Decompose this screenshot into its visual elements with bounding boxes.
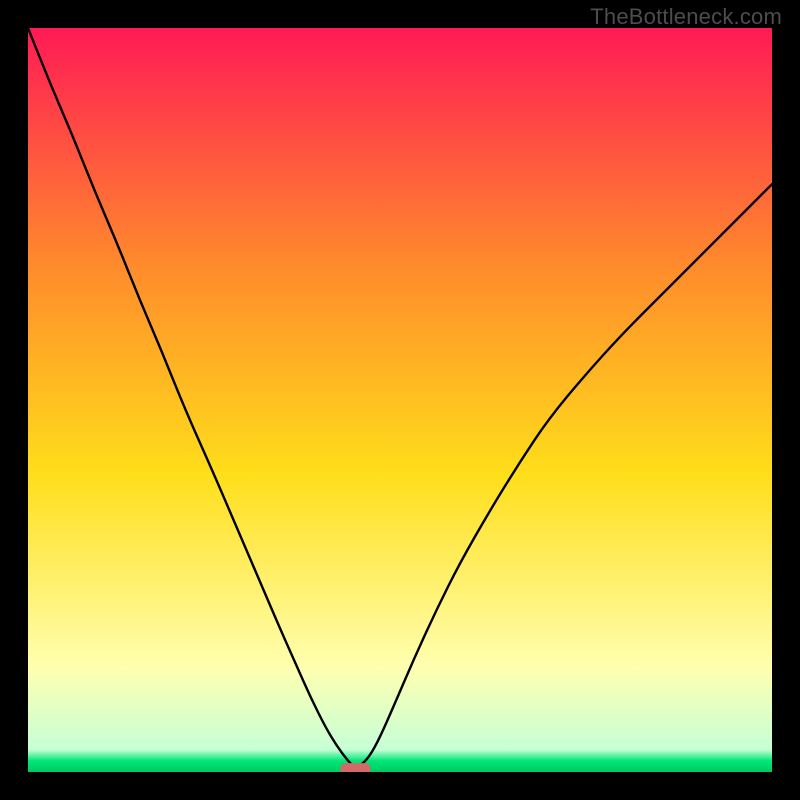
watermark-text: TheBottleneck.com: [590, 4, 782, 30]
plot-area: [28, 28, 772, 772]
optimal-marker: [340, 763, 370, 772]
chart-container: TheBottleneck.com: [0, 0, 800, 800]
bottleneck-chart: [28, 28, 772, 772]
gradient-background: [28, 28, 772, 772]
